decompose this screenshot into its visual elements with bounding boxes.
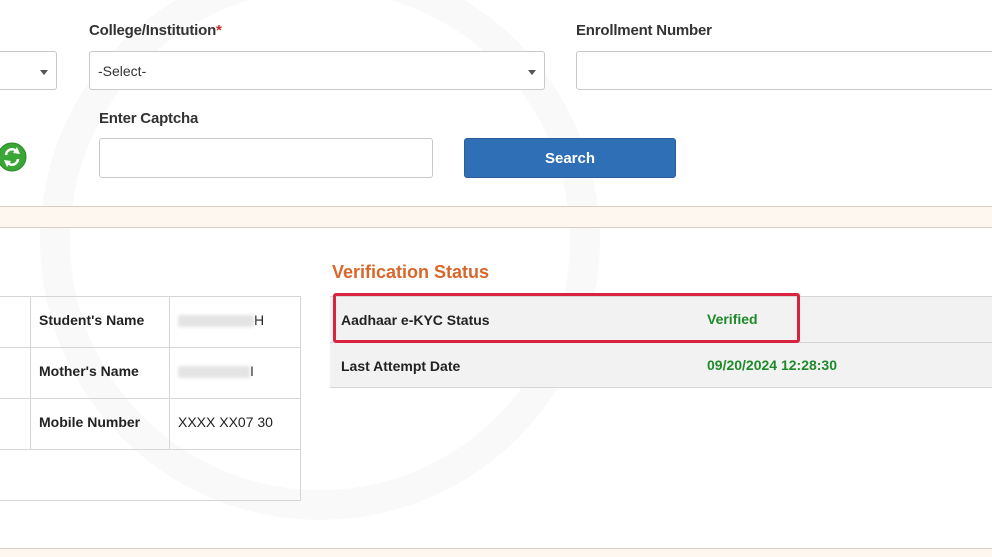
prior-select[interactable] [0, 51, 57, 90]
table-row: Mother's Name I [0, 348, 300, 399]
highlight-box [333, 293, 800, 343]
college-label: College/Institution* [89, 22, 222, 39]
college-select[interactable]: -Select- [89, 51, 545, 90]
captcha-input[interactable] [99, 138, 433, 178]
table-row [0, 450, 300, 501]
table-row: Last Attempt Date 09/20/2024 12:28:30 [330, 343, 992, 389]
redacted-text [178, 315, 254, 328]
chevron-down-icon [40, 70, 48, 75]
mother-name-label: Mother's Name [31, 348, 170, 398]
search-button[interactable]: Search [464, 138, 676, 178]
chevron-down-icon [528, 70, 536, 75]
last-attempt-label: Last Attempt Date [341, 358, 461, 374]
refresh-captcha-icon[interactable] [0, 140, 28, 174]
last-attempt-value: 09/20/2024 12:28:30 [707, 357, 837, 373]
table-row: Mobile Number XXXX XX07 30 [0, 399, 300, 450]
student-name-value: H [170, 297, 300, 347]
verification-status-title: Verification Status [332, 262, 490, 282]
mobile-number-value: XXXX XX07 30 [178, 414, 273, 430]
captcha-label: Enter Captcha [99, 110, 199, 127]
enrollment-label: Enrollment Number [576, 22, 712, 39]
mobile-number-label: Mobile Number [31, 399, 170, 449]
student-details-table: Student's Name H Mother's Name I Mobile … [0, 296, 301, 501]
enrollment-input[interactable] [576, 51, 992, 90]
mother-name-value: I [170, 348, 300, 398]
college-select-value: -Select- [98, 63, 147, 79]
table-row: Student's Name H [0, 297, 300, 348]
redacted-text [178, 366, 250, 379]
section-divider [0, 206, 992, 228]
student-name-label: Student's Name [31, 297, 170, 347]
